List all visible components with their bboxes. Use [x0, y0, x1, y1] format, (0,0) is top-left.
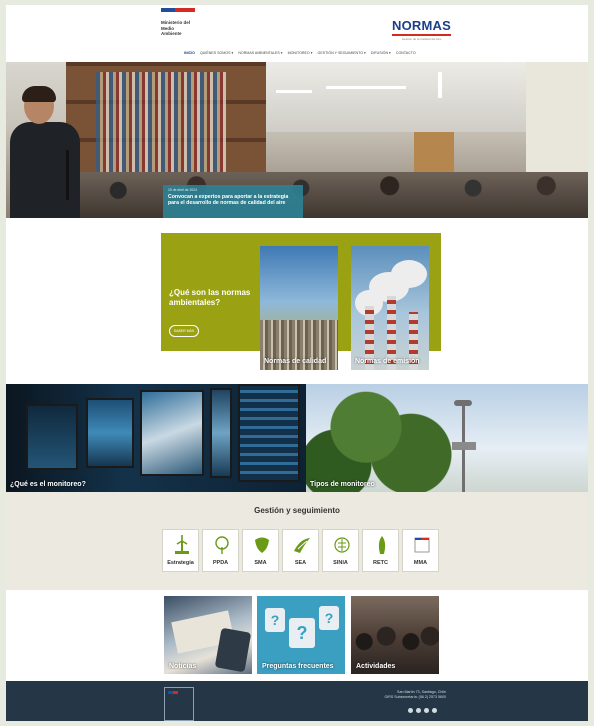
footer-gov-logo[interactable] — [164, 687, 194, 721]
tile-sea[interactable]: SEA — [282, 529, 319, 572]
tile-sinia[interactable]: SINIA — [322, 529, 359, 572]
wind-turbine-icon — [175, 535, 189, 554]
speaker-figure — [10, 86, 80, 218]
normas-question: ¿Qué son las normas ambientales? — [169, 288, 251, 307]
ceiling-lamp — [326, 86, 406, 89]
tree-icon — [215, 536, 229, 554]
hero-caption[interactable]: 19 de abril de 2024 Convocan a expertos … — [163, 185, 303, 218]
sinia-logo-icon — [334, 537, 350, 553]
tile-estrategia[interactable]: Estrategia — [162, 529, 199, 572]
gestion-section: Gestión y seguimiento Estrategia PPDA SM… — [6, 492, 588, 590]
page: Ministerio del Medio Ambiente NORMAS Ges… — [6, 5, 588, 721]
que-es-monitoreo-card[interactable]: ¿Qué es el monitoreo? — [6, 384, 306, 492]
facebook-icon[interactable] — [408, 708, 413, 713]
monitor-screen — [86, 398, 134, 468]
leaf-icon — [255, 537, 269, 553]
monitor-screen — [210, 388, 232, 478]
retc-logo-icon — [378, 536, 386, 554]
nav-item-contacto[interactable]: Contacto — [396, 51, 416, 55]
mast-sensor — [452, 442, 476, 450]
microphone — [66, 150, 69, 200]
social-links — [408, 708, 437, 713]
normas-calidad-label: Normas de calidad — [264, 358, 327, 365]
que-es-monitoreo-label: ¿Qué es el monitoreo? — [10, 481, 86, 488]
mma-logo-icon — [414, 537, 430, 553]
monitor-screen — [140, 390, 204, 476]
question-bubble-icon: ? — [265, 608, 285, 632]
mast-sensor — [454, 400, 472, 406]
tile-mma[interactable]: MMA — [402, 529, 439, 572]
gestion-tiles: Estrategia PPDA SMA SEA SINIA RETC MMA — [162, 529, 439, 572]
normas-logo[interactable]: NORMAS Gestión de la Calidad del Aire — [392, 18, 451, 41]
preguntas-frecuentes-label: Preguntas frecuentes — [262, 663, 334, 670]
normas-calidad-card[interactable]: Normas de calidad — [260, 246, 338, 370]
nav-item-inicio[interactable]: Inicio — [184, 51, 195, 55]
instagram-icon[interactable] — [424, 708, 429, 713]
actividades-label: Actividades — [356, 663, 396, 670]
nav-item-gestion[interactable]: Gestión y seguimiento ▾ — [318, 51, 366, 55]
hero-banner[interactable]: 19 de abril de 2024 Convocan a expertos … — [6, 62, 588, 218]
tipos-monitoreo-label: Tipos de monitoreo — [310, 481, 375, 488]
youtube-icon[interactable] — [432, 708, 437, 713]
question-bubble-icon: ? — [289, 618, 315, 648]
main-nav: Inicio Quiénes somos ▾ Normas ambientale… — [184, 51, 416, 55]
tablet-image — [214, 627, 252, 673]
normas-emision-label: Normas de emisión — [355, 358, 420, 365]
sea-logo-icon — [294, 538, 310, 553]
saber-mas-button[interactable]: Saber más — [169, 325, 199, 337]
gestion-title: Gestión y seguimiento — [254, 506, 340, 515]
brand-subtitle: Gestión de la Calidad del Aire — [401, 36, 442, 41]
site-header: Ministerio del Medio Ambiente NORMAS Ges… — [6, 5, 588, 62]
tile-sma[interactable]: SMA — [242, 529, 279, 572]
audience — [66, 172, 588, 218]
ceiling-lamp — [276, 90, 312, 93]
noticias-label: Noticias — [169, 663, 197, 670]
site-footer: San Martín 73, Santiago, Chile OIRS Subs… — [6, 681, 588, 721]
nav-item-normas-ambientales[interactable]: Normas ambientales ▾ — [238, 51, 282, 55]
nav-item-difusion[interactable]: Difusión ▾ — [371, 51, 391, 55]
brand-title: NORMAS — [392, 18, 451, 33]
tile-ppda[interactable]: PPDA — [202, 529, 239, 572]
tile-retc[interactable]: RETC — [362, 529, 399, 572]
actividades-card[interactable]: Actividades — [351, 596, 439, 674]
tipos-monitoreo-card[interactable]: Tipos de monitoreo — [306, 384, 588, 492]
flag-bar — [161, 8, 195, 12]
monitor-screen — [238, 384, 300, 482]
footer-address: San Martín 73, Santiago, Chile OIRS Subs… — [384, 690, 446, 699]
monitor-screen — [26, 404, 78, 470]
twitter-icon[interactable] — [416, 708, 421, 713]
hero-caption-title: Convocan a expertos para aportar a la es… — [168, 194, 289, 207]
noticias-card[interactable]: Noticias — [164, 596, 252, 674]
brand-underline — [392, 34, 451, 36]
nav-item-quienes-somos[interactable]: Quiénes somos ▾ — [200, 51, 233, 55]
ministry-name: Ministerio del Medio Ambiente — [161, 20, 191, 36]
normas-emision-card[interactable]: Normas de emisión — [351, 246, 429, 370]
ceiling-lamp — [438, 72, 442, 98]
question-bubble-icon: ? — [319, 606, 339, 630]
hero-caption-date: 19 de abril de 2024 — [168, 188, 198, 192]
preguntas-frecuentes-card[interactable]: ? ? ? Preguntas frecuentes — [257, 596, 345, 674]
tree-foliage — [306, 384, 456, 492]
nav-item-monitoreo[interactable]: Monitoreo ▾ — [288, 51, 313, 55]
ministry-logo[interactable]: Ministerio del Medio Ambiente — [161, 8, 211, 37]
smoke-cloud — [391, 260, 427, 288]
